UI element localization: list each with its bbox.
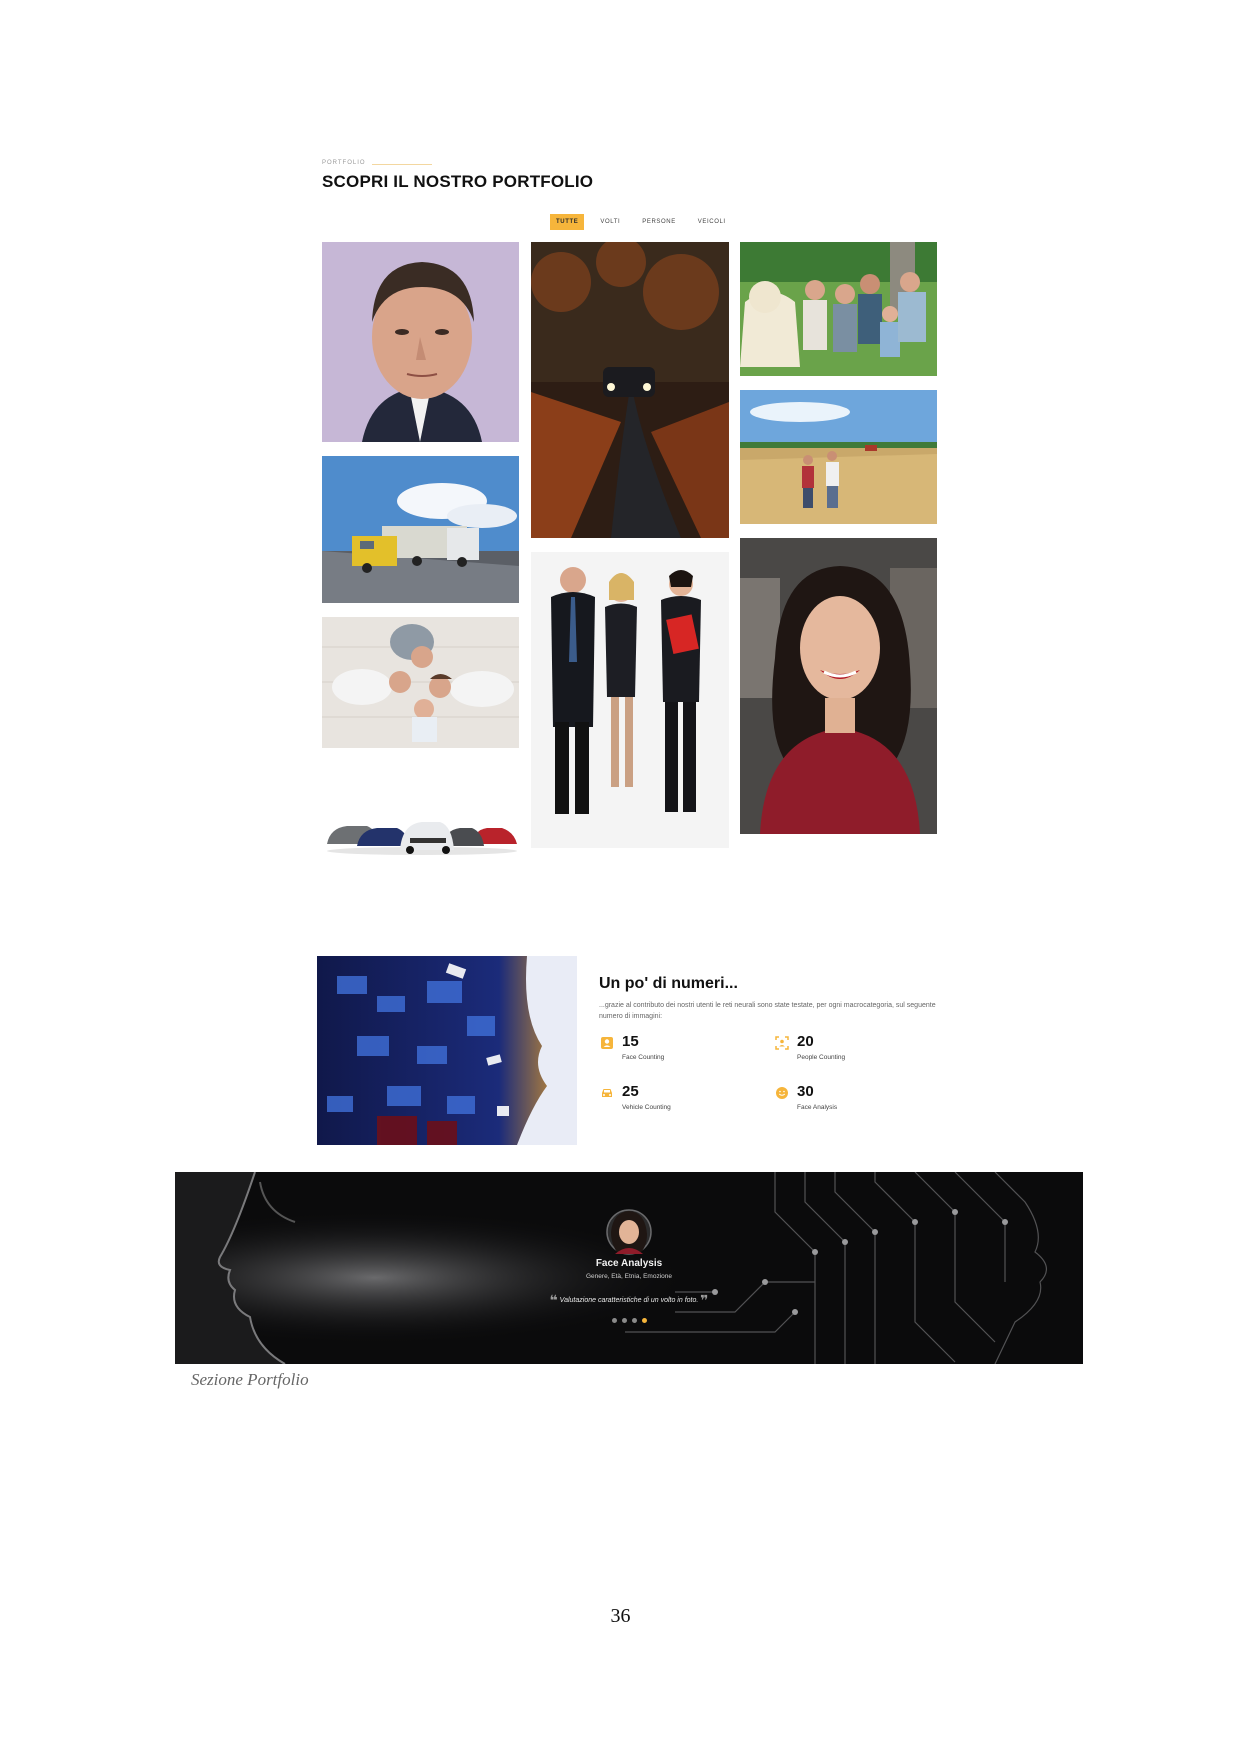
close-quote-icon: ❞ [700, 1292, 709, 1308]
portfolio-image-car-forest[interactable] [531, 242, 729, 538]
figure-caption: Sezione Portfolio [191, 1370, 309, 1389]
quote-text: Valutazione caratteristiche di un volto … [559, 1297, 699, 1304]
page-number: 36 [610, 1605, 631, 1627]
portfolio-image-family-lying[interactable] [322, 617, 519, 748]
carousel-dot[interactable] [631, 1318, 637, 1323]
carousel-dot-active[interactable] [641, 1318, 647, 1323]
stat-value: 25 [622, 1083, 639, 1100]
portfolio-image-smiling-woman[interactable] [740, 538, 937, 834]
carousel-dot[interactable] [621, 1318, 627, 1323]
filter-tab-veicoli[interactable]: VEICOLI [692, 214, 732, 230]
testimonial-banner: Face Analysis Genere, Età, Etnia, Emozio… [175, 1172, 1083, 1364]
portfolio-image-trucks[interactable] [322, 456, 519, 603]
scan-person-icon [775, 1036, 789, 1050]
carousel-dots [175, 1318, 1083, 1323]
stat-label: People Counting [797, 1054, 846, 1061]
testimonial-name: Face Analysis [595, 1258, 663, 1269]
stat-label: Face Analysis [797, 1104, 838, 1111]
numbers-description: ...grazie al contributo dei nostri utent… [599, 1002, 936, 1020]
eyebrow-divider [372, 164, 432, 165]
filter-tab-tutte[interactable]: TUTTE [550, 214, 585, 230]
stat-value: 20 [797, 1033, 814, 1050]
portfolio-image-business-people[interactable] [531, 552, 729, 848]
portfolio-image-man-portrait[interactable] [322, 242, 519, 442]
stat-value: 15 [622, 1033, 639, 1050]
open-quote-icon: ❝ [549, 1292, 558, 1308]
portfolio-image-field-people[interactable] [740, 390, 937, 524]
stat-vehicle-counting: 25 Vehicle Counting [600, 1083, 671, 1111]
portfolio-image-family-dog[interactable] [740, 242, 937, 376]
smile-icon [776, 1087, 788, 1099]
testimonial-quote: ❝ Valutazione caratteristiche di un volt… [175, 1292, 1083, 1309]
portfolio-image-cars-lineup[interactable] [322, 786, 519, 858]
filter-tab-persone[interactable]: PERSONE [636, 214, 682, 230]
stat-people-counting: 20 People Counting [775, 1033, 845, 1061]
section-eyebrow: PORTFOLIO [322, 160, 366, 166]
ai-head-image [317, 956, 577, 1145]
carousel-dot[interactable] [611, 1318, 617, 1323]
stat-value: 30 [797, 1083, 814, 1100]
filter-tab-volti[interactable]: VOLTI [594, 214, 626, 230]
portfolio-filter-tabs: TUTTE VOLTI PERSONE VEICOLI [550, 214, 732, 230]
stat-face-analysis: 30 Face Analysis [775, 1083, 837, 1111]
stat-face-counting: 15 Face Counting [600, 1033, 664, 1061]
testimonial-subtitle: Genere, Età, Etnia, Emozione [586, 1273, 672, 1280]
user-square-icon [601, 1037, 613, 1049]
car-icon [602, 1089, 612, 1097]
portfolio-title: SCOPRI IL NOSTRO PORTFOLIO [322, 172, 594, 191]
numbers-title: Un po' di numeri... [599, 975, 738, 992]
stat-label: Vehicle Counting [622, 1104, 671, 1111]
stat-label: Face Counting [622, 1054, 665, 1061]
